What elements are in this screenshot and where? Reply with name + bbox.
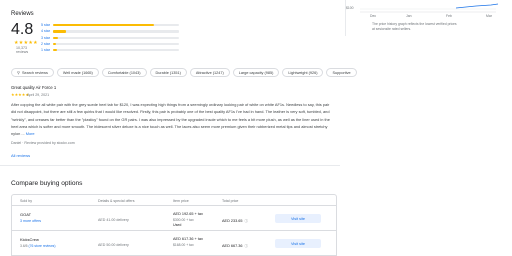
rating-bar-track [53, 42, 179, 46]
filter-chip-supportive[interactable]: Supportive [326, 68, 357, 77]
average-rating: 4.8 [11, 21, 34, 38]
review-title: Great quality Air Force 1 [11, 85, 57, 90]
rating-bar-track [53, 49, 179, 52]
filter-chip-comfortable[interactable]: Comfortable (1043) [101, 68, 147, 77]
compare-buying-options-heading: Compare buying options [11, 180, 83, 187]
rating-bar-fill [53, 49, 57, 52]
section-divider [0, 165, 340, 166]
header-total-price: Total price [222, 199, 239, 203]
price-line [455, 3, 499, 9]
chip-label: Lightweight (926) [288, 70, 318, 75]
visit-site-button[interactable]: Visit site [275, 239, 321, 248]
price-history-note: The price history graph reflects the low… [372, 22, 457, 31]
seller-rating: 3.6/5 (76 store reviews) [20, 244, 55, 248]
chip-label: Well made (1665) [62, 70, 93, 75]
review-body: After copping the all white pair with th… [11, 101, 333, 137]
seller-name[interactable]: GOAT [20, 212, 31, 217]
review-text: After copping the all white pair with th… [11, 102, 330, 137]
header-sold-by: Sold by [20, 199, 32, 203]
search-reviews-chip[interactable]: ⚲ Search reviews [11, 68, 54, 77]
review-filter-chips: ⚲ Search reviews Well made (1665) Comfort… [11, 68, 357, 77]
seller-rating-value: 3.6/5 [20, 244, 28, 248]
total-price-value: AED 667.36 [222, 243, 243, 248]
buying-options-table: Sold by Details & special offers Item pr… [11, 194, 337, 256]
filter-chip-large-capacity[interactable]: Large capacity (985) [232, 68, 280, 77]
rating-bar-track [53, 24, 179, 27]
header-details: Details & special offers [98, 199, 135, 203]
chip-label: Attractive (1247) [195, 70, 224, 75]
rating-bar-track [53, 36, 179, 39]
chart-month: Dec [370, 14, 377, 18]
reviews-heading: Reviews [11, 11, 34, 17]
store-reviews-link[interactable]: (76 store reviews) [29, 244, 56, 248]
chip-label: Comfortable (1043) [107, 70, 141, 75]
rating-bar-label: 5 star [41, 23, 50, 28]
search-icon: ⚲ [17, 70, 20, 75]
item-price: AED 617.36 + tax [173, 237, 203, 241]
chart-y-label: $100 [346, 6, 354, 10]
review-count-label: reviews [16, 50, 29, 54]
filter-chip-durable[interactable]: Durable (1351) [149, 68, 187, 77]
rating-bar-label: 3 star [41, 35, 50, 40]
total-price: AED 667.36 ⓘ [222, 243, 248, 248]
rating-bar-fill [53, 36, 59, 39]
seller-name[interactable]: KicksCrew [20, 237, 39, 242]
rating-bar-track [53, 30, 179, 33]
table-row: GOAT 3 more offers AED 41.00 delivery AE… [12, 206, 336, 231]
item-price-usd: $300.00 + tax [173, 218, 194, 222]
delivery-details: AED 41.00 delivery [98, 218, 129, 222]
all-reviews-link[interactable]: All reviews [11, 153, 30, 158]
info-icon[interactable]: ⓘ [244, 219, 247, 223]
table-row: KicksCrew 3.6/5 (76 store reviews) AED 5… [12, 231, 336, 256]
chip-label: Large capacity (985) [238, 70, 274, 75]
filter-chip-attractive[interactable]: Attractive (1247) [189, 68, 230, 77]
rating-distribution: 5 star 4 star 3 star 2 star 1 star [41, 22, 181, 53]
header-item-price: Item price [173, 199, 189, 203]
visit-site-button[interactable]: Visit site [275, 214, 321, 223]
review-date: April 29, 2021 [27, 92, 50, 97]
filter-chip-well-made[interactable]: Well made (1665) [56, 68, 99, 77]
total-price-value: AED 233.65 [222, 218, 243, 223]
chip-label: Supportive [332, 70, 351, 75]
chip-label: Search reviews [21, 70, 48, 75]
item-condition: Used [173, 223, 182, 227]
rating-bar-fill [53, 30, 66, 33]
review-more-link[interactable]: More [26, 131, 35, 136]
chart-month: Mar [486, 14, 492, 18]
rating-bar-1[interactable]: 1 star [41, 47, 181, 53]
review-source: Daniel · Review provided by stockx.com [11, 141, 75, 145]
filter-chip-lightweight[interactable]: Lightweight (926) [282, 68, 324, 77]
chip-label: Durable (1351) [155, 70, 181, 75]
rating-bar-label: 1 star [41, 48, 50, 53]
rating-bar-label: 4 star [41, 29, 50, 34]
more-offers-link[interactable]: 3 more offers [20, 219, 41, 223]
info-icon[interactable]: ⓘ [244, 244, 247, 248]
rating-bar-fill [53, 24, 154, 27]
chart-month: Feb [446, 14, 452, 18]
delivery-details: AED 50.00 delivery [98, 243, 129, 247]
rating-bar-fill [53, 42, 56, 46]
rating-bar-label: 2 star [41, 42, 50, 47]
item-price-usd: $168.00 + tax [173, 243, 194, 247]
total-price: AED 233.65 ⓘ [222, 218, 248, 223]
table-header: Sold by Details & special offers Item pr… [12, 195, 336, 206]
chart-month: Jan [406, 14, 412, 18]
item-price: AED 192.65 + tax [173, 212, 203, 216]
